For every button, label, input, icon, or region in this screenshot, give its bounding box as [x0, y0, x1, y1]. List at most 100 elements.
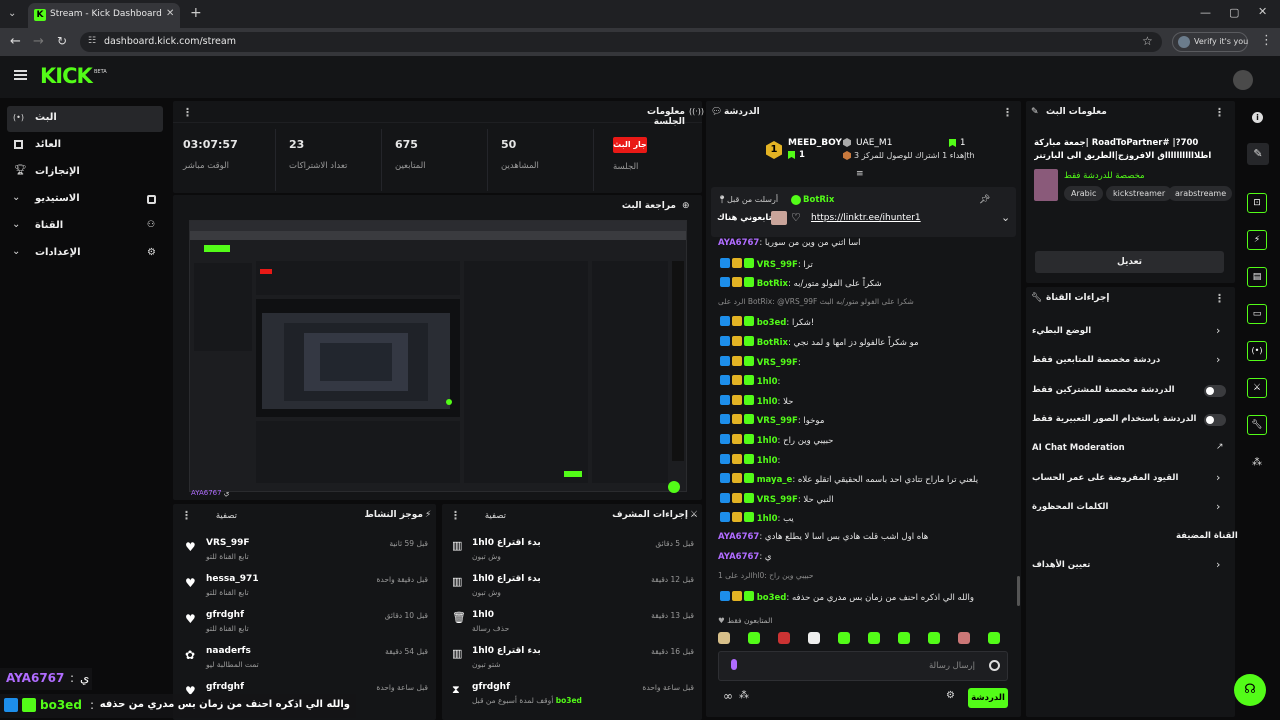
activity-user[interactable]: naaderfs: [206, 646, 251, 656]
pinned-link[interactable]: https://linktr.ee/ihunter1: [811, 213, 921, 223]
rail-stream-icon[interactable]: ⊡: [1247, 193, 1267, 213]
chat-message[interactable]: 1hl0:: [718, 375, 1014, 393]
sidebar-item-settings[interactable]: ⌄ الإعدادات ⚙: [7, 241, 163, 267]
category-name[interactable]: مخصصة للدردشة فقط: [1064, 171, 1145, 181]
mic-icon[interactable]: [731, 659, 737, 670]
activity-item[interactable]: ♥ gfrdghf تابع القناة للتو قبل 10 دقائق: [173, 606, 436, 640]
channel-action-item[interactable]: القيود المفروضة على عمر الحساب›: [1026, 465, 1235, 491]
minimize-icon[interactable]: —: [1200, 6, 1211, 19]
leader2-name[interactable]: UAE_M1: [856, 138, 892, 148]
chat-message[interactable]: BotRix: شكراً على الفولو متور/به: [718, 277, 1014, 295]
activity-user[interactable]: VRS_99F: [206, 538, 250, 548]
mod-action-item[interactable]: ▥ 1hl0 بدء اقتراع شتو تبون قبل 16 دقيقة: [442, 642, 702, 676]
chat-username[interactable]: AYA6767: [718, 532, 759, 542]
leaderboard-collapse-icon[interactable]: ≡: [856, 169, 864, 179]
chevron-right-icon[interactable]: ›: [1216, 324, 1220, 337]
activity-user[interactable]: gfrdghf: [206, 610, 244, 620]
chat-message[interactable]: 1hl0: حلا: [718, 395, 1014, 413]
emote-icon[interactable]: [958, 632, 970, 644]
chat-message[interactable]: BotRix: مو شكراً عالفولو دز امها و لمد ن…: [718, 336, 1014, 354]
activity-filter-button[interactable]: تصفية: [191, 511, 237, 521]
chevron-right-icon[interactable]: ›: [1216, 471, 1220, 484]
chat-message[interactable]: AYA6767: هاه اول اشب قلت هادي بس اسا لا …: [718, 532, 1014, 550]
activity-item[interactable]: ♥ hessa_971 تابع القناة للتو قبل دقيقة و…: [173, 570, 436, 604]
stream-preview-video[interactable]: [189, 220, 687, 492]
rail-mod-icon[interactable]: ⚔: [1247, 378, 1267, 398]
mod-action-item[interactable]: ▥ 1hl0 بدء اقتراع وش تبون قبل 12 دقيقة: [442, 570, 702, 604]
chat-message[interactable]: maya_e: يلعني ترا ماراح تتادي احد باسمه …: [718, 473, 1014, 491]
profile-chip[interactable]: Verify it's you: [1172, 32, 1248, 52]
sidebar-item-live[interactable]: (•) البث: [7, 106, 163, 132]
chat-message[interactable]: VRS_99F: النبي حلا: [718, 493, 1014, 511]
rail-broadcast-icon[interactable]: (•): [1247, 341, 1267, 361]
emoji-picker-icon[interactable]: [989, 660, 1000, 671]
chat-username[interactable]: VRS_99F: [757, 416, 798, 426]
emote-icon[interactable]: [718, 632, 730, 644]
category-thumbnail[interactable]: [1034, 169, 1058, 201]
user-avatar[interactable]: [1233, 70, 1253, 90]
edit-stream-button[interactable]: تعديل: [1035, 251, 1224, 273]
edit-layout-icon[interactable]: ✎: [1247, 143, 1269, 165]
emote-icon[interactable]: [748, 632, 760, 644]
maximize-icon[interactable]: ▢: [1229, 6, 1239, 19]
sidebar-item-studio[interactable]: ⌄ الاستيديو: [7, 187, 163, 213]
emote-icon[interactable]: [988, 632, 1000, 644]
chat-username[interactable]: 1hl0: [757, 436, 778, 446]
chat-message[interactable]: AYA6767: ي: [718, 552, 1014, 570]
chat-message[interactable]: الرد على 1hl0: حبيبي وين راح: [718, 571, 1014, 589]
channel-action-item[interactable]: AI Chat Moderation↗: [1026, 435, 1235, 461]
tag-chip[interactable]: Arabic: [1064, 186, 1103, 201]
browser-menu-icon[interactable]: ⋮: [1260, 33, 1273, 48]
chat-username[interactable]: VRS_99F: [757, 260, 798, 270]
toggle-switch[interactable]: [1204, 414, 1226, 426]
mod-action-user[interactable]: 1hl0: [472, 538, 494, 548]
chat-username[interactable]: bo3ed: [757, 318, 787, 328]
rail-document-icon[interactable]: ▤: [1247, 267, 1267, 287]
channel-action-item[interactable]: القناة المضيفة: [1026, 523, 1235, 549]
mod-action-user[interactable]: 1hl0: [472, 610, 494, 620]
chevron-right-icon[interactable]: ›: [1216, 353, 1220, 366]
chat-message[interactable]: bo3ed: شكرا!: [718, 316, 1014, 334]
bookmark-star-icon[interactable]: ☆: [1142, 34, 1153, 48]
chat-scrollbar[interactable]: [1017, 576, 1020, 606]
help-chat-icon[interactable]: ☊: [1234, 674, 1266, 706]
chat-username[interactable]: bo3ed: [757, 593, 787, 603]
chevron-right-icon[interactable]: ›: [1216, 500, 1220, 513]
back-icon[interactable]: ←: [10, 34, 21, 49]
new-tab-icon[interactable]: +: [190, 5, 202, 21]
sidebar-item-achievements[interactable]: 🏆︎ الإنجازات: [7, 160, 163, 186]
chat-message[interactable]: 1hl0: حبيبي وين راح: [718, 434, 1014, 452]
chat-input[interactable]: إرسال رسالة: [718, 651, 1008, 681]
mod-filter-button[interactable]: تصفية: [460, 511, 506, 521]
panel-menu-icon[interactable]: ⋮: [182, 106, 193, 119]
sidebar-item-channel[interactable]: ⌄ القناة ⚇: [7, 214, 163, 240]
rail-wrench-icon[interactable]: 🔧︎: [1247, 415, 1267, 435]
chat-message[interactable]: الرد على BotRix: @VRS_99F شكرا على الفول…: [718, 297, 1014, 315]
pin-icon[interactable]: 📌︎: [979, 195, 990, 205]
activity-item[interactable]: ✿ naaderfs تمت المطالبة ليو قبل 54 دقيقة: [173, 642, 436, 676]
chat-message[interactable]: VRS_99F: موخوا: [718, 414, 1014, 432]
emote-icon[interactable]: [838, 632, 850, 644]
chat-message[interactable]: AYA6767: اسا اثني من وين من سوريا: [718, 238, 1014, 256]
rail-chat-icon[interactable]: ▭: [1247, 304, 1267, 324]
chat-username[interactable]: 1hl0: [757, 377, 778, 387]
chat-message[interactable]: 1hl0:: [718, 454, 1014, 472]
chat-username[interactable]: AYA6767: [718, 552, 759, 562]
panel-menu-icon[interactable]: ⋮: [1214, 292, 1225, 305]
mod-action-by[interactable]: bo3ed: [556, 696, 582, 705]
channel-action-item[interactable]: دردشة مخصصة للمتابعين فقط›: [1026, 347, 1235, 373]
chat-username[interactable]: 1hl0: [757, 456, 778, 466]
emote-icon[interactable]: [868, 632, 880, 644]
activity-user[interactable]: hessa_971: [206, 574, 259, 584]
chat-username[interactable]: BotRix: [757, 338, 788, 348]
chat-username[interactable]: 1hl0: [757, 397, 778, 407]
kick-logo[interactable]: KICK: [40, 64, 92, 88]
leader1-name[interactable]: MEED_BOY: [788, 138, 842, 148]
tag-chip[interactable]: arabstreame: [1168, 186, 1232, 201]
rail-users-icon[interactable]: ⁂: [1252, 457, 1262, 468]
panel-menu-icon[interactable]: ⋮: [1214, 106, 1225, 119]
close-window-icon[interactable]: ✕: [1258, 5, 1267, 18]
chat-username[interactable]: BotRix: [757, 279, 788, 289]
hamburger-menu-icon[interactable]: [14, 70, 27, 80]
browser-tab[interactable]: K Stream - Kick Dashboard ✕: [28, 3, 180, 28]
